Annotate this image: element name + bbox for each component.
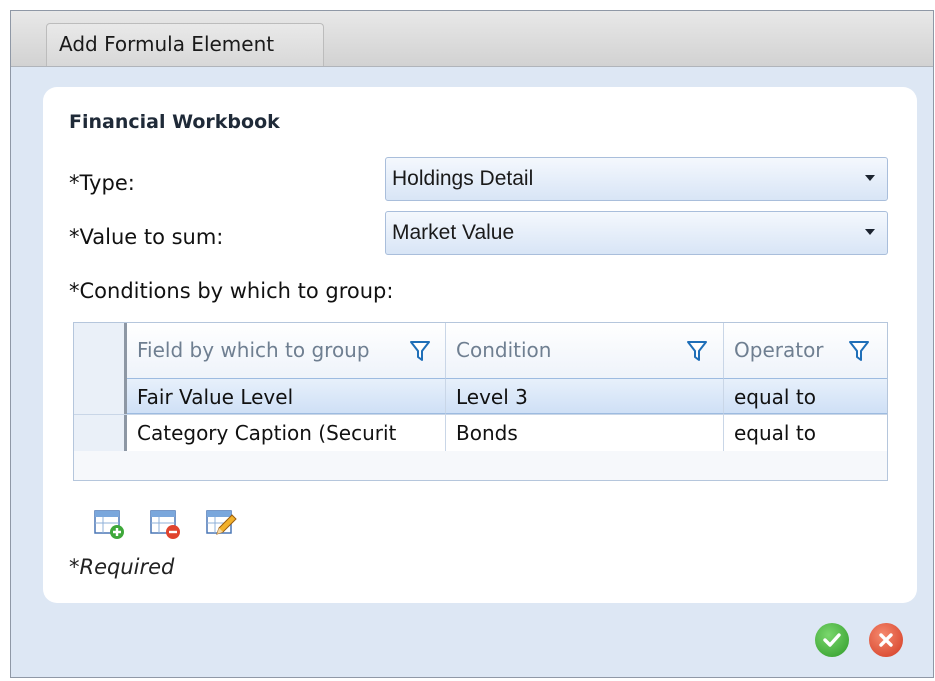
value-to-sum-label: *Value to sum: [69,225,224,249]
cell-operator[interactable]: equal to [724,415,887,451]
chevron-down-icon [865,175,875,181]
row-selector-header [74,323,124,378]
ok-button[interactable] [815,623,849,657]
type-select[interactable]: Holdings Detail [385,157,888,201]
table-add-icon[interactable] [93,508,125,540]
filter-icon[interactable] [848,339,870,363]
type-select-value: Holdings Detail [392,167,534,190]
table-edit-icon[interactable] [205,508,237,540]
cell-field[interactable]: Fair Value Level [127,378,446,414]
section-title: Financial Workbook [69,111,280,133]
row-selector[interactable] [74,378,124,414]
value-to-sum-select[interactable]: Market Value [385,211,888,255]
row-selector[interactable] [74,415,124,451]
table-delete-icon[interactable] [149,508,181,540]
dialog-window: Add Formula Element Financial Workbook *… [10,10,934,678]
cell-condition[interactable]: Bonds [446,415,724,451]
column-header-condition[interactable]: Condition [446,323,724,378]
cancel-button[interactable] [869,623,903,657]
check-icon [823,633,841,647]
type-label: *Type: [69,171,135,195]
chevron-down-icon [865,229,875,235]
cell-operator[interactable]: equal to [724,378,887,414]
cell-field[interactable]: Category Caption (Securit [127,415,446,451]
filter-icon[interactable] [409,339,431,363]
cell-condition[interactable]: Level 3 [446,378,724,414]
value-to-sum-select-value: Market Value [392,221,515,244]
conditions-label: *Conditions by which to group: [69,279,394,303]
close-icon [879,633,893,647]
table-row[interactable]: Fair Value Level Level 3 equal to [74,378,887,415]
conditions-grid: Field by which to group Condition Operat… [73,322,888,481]
column-header-operator-label: Operator [734,338,824,362]
table-row[interactable]: Category Caption (Securit Bonds equal to [74,415,887,452]
column-header-condition-label: Condition [456,338,552,362]
grid-footer [74,451,887,480]
title-bar: Add Formula Element [11,11,933,67]
required-note: *Required [69,555,175,579]
column-header-field[interactable]: Field by which to group [127,323,446,378]
column-header-field-label: Field by which to group [137,338,370,362]
grid-header: Field by which to group Condition Operat… [74,323,887,379]
dialog-title: Add Formula Element [46,23,324,66]
filter-icon[interactable] [686,339,708,363]
form-panel: Financial Workbook *Type: Holdings Detai… [43,87,917,603]
